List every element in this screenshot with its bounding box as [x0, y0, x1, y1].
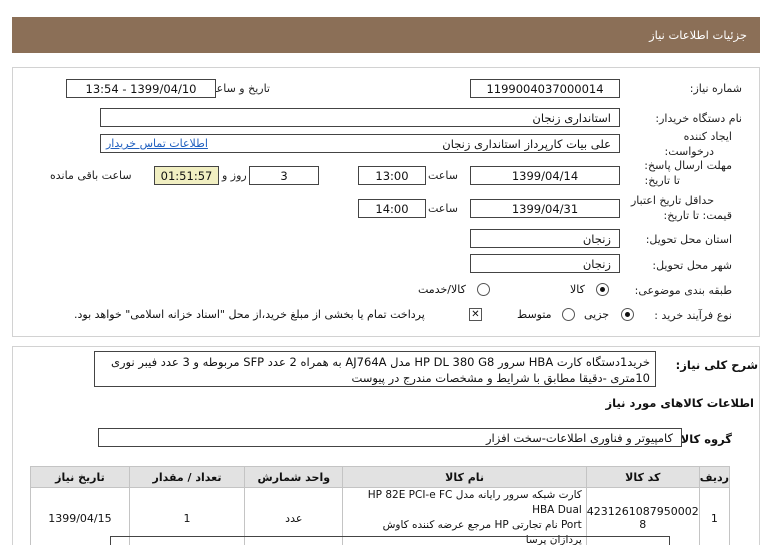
city-label: شهر محل تحویل:: [652, 259, 732, 272]
col-name: نام کالا: [342, 466, 587, 488]
treasury-bonds-checkbox[interactable]: ✕: [469, 308, 482, 321]
page-title: جزئیات اطلاعات نیاز: [649, 28, 747, 42]
goods-table: ردیف کد کالا نام کالا واحد شمارش تعداد /…: [30, 466, 731, 545]
process-partial-label: جزیی: [584, 308, 610, 321]
goods-group-field: کامپیوتر و فناوری اطلاعات-سخت افزار: [98, 428, 682, 447]
requester-label-line2: درخواست:: [664, 145, 714, 158]
province-label: استان محل تحویل:: [645, 233, 732, 246]
treasury-payment-note: پرداخت تمام یا بخشی از مبلغ خرید،از محل …: [74, 308, 425, 321]
need-number-label: شماره نیاز:: [689, 82, 742, 95]
category-goods-radio[interactable]: [596, 283, 609, 296]
process-medium-label: متوسط: [517, 308, 552, 321]
description-box: خرید1دستگاه کارت HBA سرور HP DL 380 G8 م…: [94, 351, 656, 387]
goods-section-title: اطلاعات کالاهای مورد نیاز: [605, 396, 754, 410]
reply-deadline-label-line1: مهلت ارسال پاسخ:: [644, 159, 732, 172]
category-goods-service-label: کالا/خدمت: [418, 283, 466, 296]
cell-row: 1: [698, 487, 731, 545]
announce-datetime-field: 1399/04/10 - 13:54: [66, 79, 216, 98]
description-text: خرید1دستگاه کارت HBA سرور HP DL 380 G8 م…: [110, 355, 650, 385]
col-row: ردیف: [698, 466, 731, 488]
col-code: کد کالا: [585, 466, 700, 488]
reply-time-label: ساعت: [428, 169, 458, 182]
category-goods-service-radio[interactable]: [477, 283, 490, 296]
category-label: طبقه بندی موضوعی:: [634, 284, 732, 297]
process-partial-radio[interactable]: [621, 308, 634, 321]
validity-date-field: 1399/04/31: [470, 199, 620, 218]
reply-deadline-label-line2: تا تاریخ:: [644, 174, 680, 187]
page-header: جزئیات اطلاعات نیاز: [12, 17, 760, 53]
process-medium-radio[interactable]: [562, 308, 575, 321]
validity-time-label: ساعت: [428, 202, 458, 215]
category-goods-label: کالا: [570, 283, 585, 296]
description-label: شرح کلی نیاز:: [675, 358, 758, 372]
process-label: نوع فرآیند خرید :: [654, 309, 732, 322]
validity-label-line1: حداقل تاریخ اعتبار: [630, 194, 714, 207]
days-remaining-field: 3: [249, 166, 319, 185]
goods-group-label: گروه کالا:: [676, 432, 732, 446]
buyer-notes-box: [110, 536, 670, 545]
requester-name: علی بیات کارپرداز استانداری زنجان: [442, 136, 611, 151]
remaining-time-field: 01:51:57: [154, 166, 219, 185]
buyer-contact-link[interactable]: اطلاعات تماس خریدار: [106, 137, 208, 150]
buyer-org-field: استانداری زنجان: [100, 108, 620, 127]
validity-time-field: 14:00: [358, 199, 426, 218]
col-date: تاریخ نیاز: [30, 466, 130, 488]
validity-label-line2: قیمت: تا تاریخ:: [663, 209, 732, 222]
reply-date-field: 1399/04/14: [470, 166, 620, 185]
col-qty: تعداد / مقدار: [128, 466, 246, 488]
reply-time-field: 13:00: [358, 166, 426, 185]
city-field: زنجان: [470, 254, 620, 273]
col-unit: واحد شمارش: [244, 466, 344, 488]
need-number-field: 1199004037000014: [470, 79, 620, 98]
requester-label-line1: ایجاد کننده: [683, 130, 732, 143]
province-field: زنجان: [470, 229, 620, 248]
remaining-time-label: ساعت باقی مانده: [50, 169, 132, 182]
days-label: روز و: [222, 169, 247, 182]
goods-table-header: ردیف کد کالا نام کالا واحد شمارش تعداد /…: [30, 466, 731, 488]
buyer-org-label: نام دستگاه خریدار:: [655, 112, 742, 125]
cell-name-line1: کارت شبکه سرور رایانه مدل HP 82E PCI-e F…: [367, 489, 582, 516]
